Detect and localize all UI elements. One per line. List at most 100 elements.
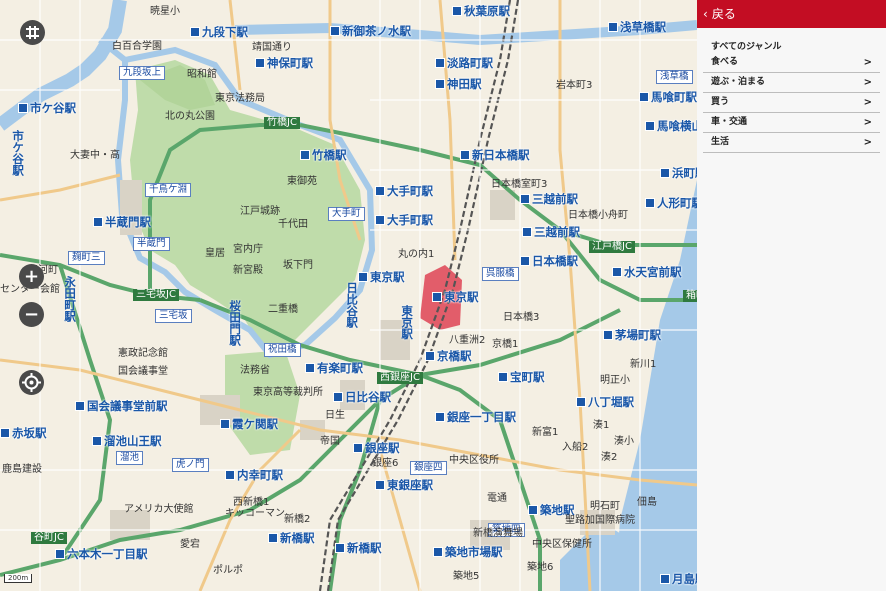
label-kojimachi-san: 麹町三 — [68, 251, 105, 265]
station-tokyo[interactable]: 東京駅 — [358, 271, 405, 284]
station-roppongi-itchome[interactable]: 六本木一丁目駅 — [55, 548, 148, 561]
station-kasumigaseki[interactable]: 霞ケ関駅 — [220, 418, 278, 431]
station-kudanshita[interactable]: 九段下駅 — [190, 26, 248, 39]
chevron-right-icon: > — [863, 117, 872, 128]
station-higashi-ginza[interactable]: 東銀座駅 — [375, 479, 433, 492]
map-label: 日本橋小舟町 — [568, 210, 628, 221]
station-nihombashi[interactable]: 日本橋駅 — [520, 255, 578, 268]
station-shin-ochanomizu[interactable]: 新御茶ノ水駅 — [330, 25, 411, 38]
station-kokkai-gijidomae[interactable]: 国会議事堂前駅 — [75, 400, 168, 413]
genre-item-play-stay[interactable]: 遊ぶ・泊まる > — [703, 73, 880, 93]
station-bakurocho[interactable]: 馬喰町駅 — [639, 91, 697, 104]
map-label: 湊小 — [614, 436, 634, 447]
map-label: 銀座6 — [372, 458, 399, 469]
layers-icon[interactable] — [20, 20, 45, 45]
chevron-left-icon: ‹ — [703, 7, 708, 21]
map-label: 新橋演舞場 — [473, 528, 523, 539]
map-label: 東御苑 — [287, 176, 317, 187]
map-label: 新富1 — [532, 427, 559, 438]
label-tanimachi-jc: 谷町JC — [31, 532, 67, 544]
genre-item-life[interactable]: 生活 > — [703, 133, 880, 153]
genre-item-car-transport[interactable]: 車・交通 > — [703, 113, 880, 133]
jc-label-takebashi: 竹橋JC — [264, 117, 300, 129]
map-label: 入船2 — [562, 442, 589, 453]
station-tameike-sanno[interactable]: 溜池山王駅 — [92, 435, 162, 448]
station-asakusabashi[interactable]: 浅草橋駅 — [608, 21, 666, 34]
map-label: 丸の内1 — [398, 249, 435, 260]
map-label: 東京高等裁判所 — [253, 387, 323, 398]
map-label: 新川1 — [630, 359, 657, 370]
station-shimbashi-2[interactable]: 新橋駅 — [335, 542, 382, 555]
station-ningyocho[interactable]: 人形町駅 — [645, 197, 697, 210]
station-hanzomon[interactable]: 半蔵門駅 — [93, 216, 151, 229]
zoom-in-button[interactable]: + — [19, 264, 44, 289]
chevron-right-icon: > — [863, 77, 872, 88]
map-label: 日生 — [325, 410, 345, 421]
station-otemachi-2[interactable]: 大手町駅 — [375, 214, 433, 227]
station-kyobashi[interactable]: 京橋駅 — [425, 350, 472, 363]
jc-label-nishiginza: 西銀座JC — [377, 372, 423, 384]
zoom-out-button[interactable]: − — [19, 302, 44, 327]
label-iwaidabashi: 祝田橋 — [264, 343, 301, 357]
label-chidorigafuchi: 千鳥ケ淵 — [145, 183, 192, 197]
station-sakuradamon-vertical[interactable]: 桜田門駅 — [228, 300, 242, 346]
station-akasaka[interactable]: 赤坂駅 — [0, 427, 47, 440]
station-takebashi[interactable]: 竹橋駅 — [300, 149, 347, 162]
map-label: 坂下門 — [283, 260, 313, 271]
station-jimbocho[interactable]: 神保町駅 — [255, 57, 313, 70]
locate-icon[interactable] — [19, 370, 44, 395]
map-canvas[interactable]: 竹橋JC 三宅坂JC 西銀座JC 江戸橋JC 箱崎 九段下駅 神保町駅 新御茶ノ… — [0, 0, 697, 591]
genre-item-shop[interactable]: 買う > — [703, 93, 880, 113]
station-kanda[interactable]: 神田駅 — [435, 78, 482, 91]
station-tokyo-vertical[interactable]: 東京駅 — [400, 305, 414, 340]
all-genres-heading[interactable]: すべてのジャンル — [697, 28, 886, 53]
map-label: 日本橋3 — [503, 312, 540, 323]
station-mitsukoshimae[interactable]: 三越前駅 — [520, 193, 578, 206]
map-label: 築地5 — [453, 571, 480, 582]
map-label: 西新橋1 — [233, 497, 270, 508]
map-label: 日本橋室町3 — [491, 179, 548, 190]
map-label: 明石町 — [590, 501, 620, 512]
station-tsukishima[interactable]: 月島駅 — [660, 573, 697, 586]
station-hamacho[interactable]: 浜町駅 — [660, 167, 697, 180]
station-uchisaiwaicho[interactable]: 内幸町駅 — [225, 469, 283, 482]
station-ginza[interactable]: 銀座駅 — [353, 442, 400, 455]
map-label: 八重洲2 — [449, 335, 486, 346]
label-tameike: 溜池 — [116, 451, 144, 465]
label-toranomon: 虎ノ門 — [172, 458, 209, 472]
station-ginza-itchome[interactable]: 銀座一丁目駅 — [435, 411, 516, 424]
jc-label-miyakezaka: 三宅坂JC — [133, 289, 179, 301]
station-suitengumae[interactable]: 水天宮前駅 — [612, 266, 682, 279]
map-label: 中央区保健所 — [532, 539, 592, 550]
label-ginza-yon: 銀座四 — [410, 461, 447, 475]
station-nagatacho-vertical[interactable]: 永田町駅 — [63, 276, 77, 322]
station-tsukiji-shijo[interactable]: 築地市場駅 — [433, 546, 503, 559]
chevron-right-icon: > — [863, 137, 872, 148]
back-button[interactable]: ‹ 戻る — [697, 0, 886, 28]
map-label: 千代田 — [278, 219, 308, 230]
station-mitsukoshimae-2[interactable]: 三越前駅 — [522, 226, 580, 239]
jc-label-hakozaki: 箱崎 — [683, 290, 697, 302]
station-shimbashi[interactable]: 新橋駅 — [268, 532, 315, 545]
station-bakuro-yokoyama[interactable]: 馬喰横山駅 — [645, 120, 697, 133]
map-label: 京橋1 — [492, 339, 519, 350]
genre-item-eat[interactable]: 食べる > — [703, 53, 880, 73]
station-ichigaya-vertical[interactable]: 市ケ谷駅 — [11, 130, 25, 176]
map-label: 国会議事堂 — [118, 366, 168, 377]
map-label: 北の丸公園 — [165, 111, 215, 122]
station-ichigaya[interactable]: 市ケ谷駅 — [18, 102, 76, 115]
station-otemachi[interactable]: 大手町駅 — [375, 185, 433, 198]
station-hibiya[interactable]: 日比谷駅 — [333, 391, 391, 404]
station-tokyo-2[interactable]: 東京駅 — [432, 291, 479, 304]
map-label: 中央区役所 — [449, 455, 499, 466]
map-label: 湊2 — [601, 452, 618, 463]
station-takaracho[interactable]: 宝町駅 — [498, 371, 545, 384]
station-yurakucho[interactable]: 有楽町駅 — [305, 362, 363, 375]
station-akihabara[interactable]: 秋葉原駅 — [452, 5, 510, 18]
station-awajicho[interactable]: 淡路町駅 — [435, 57, 493, 70]
station-hibiya-vertical[interactable]: 日比谷駅 — [345, 282, 359, 328]
map-label: キッコーマン — [225, 508, 285, 519]
station-shin-nihombashi[interactable]: 新日本橋駅 — [460, 149, 530, 162]
station-hatchobori[interactable]: 八丁堀駅 — [576, 396, 634, 409]
station-kayabacho[interactable]: 茅場町駅 — [603, 329, 661, 342]
